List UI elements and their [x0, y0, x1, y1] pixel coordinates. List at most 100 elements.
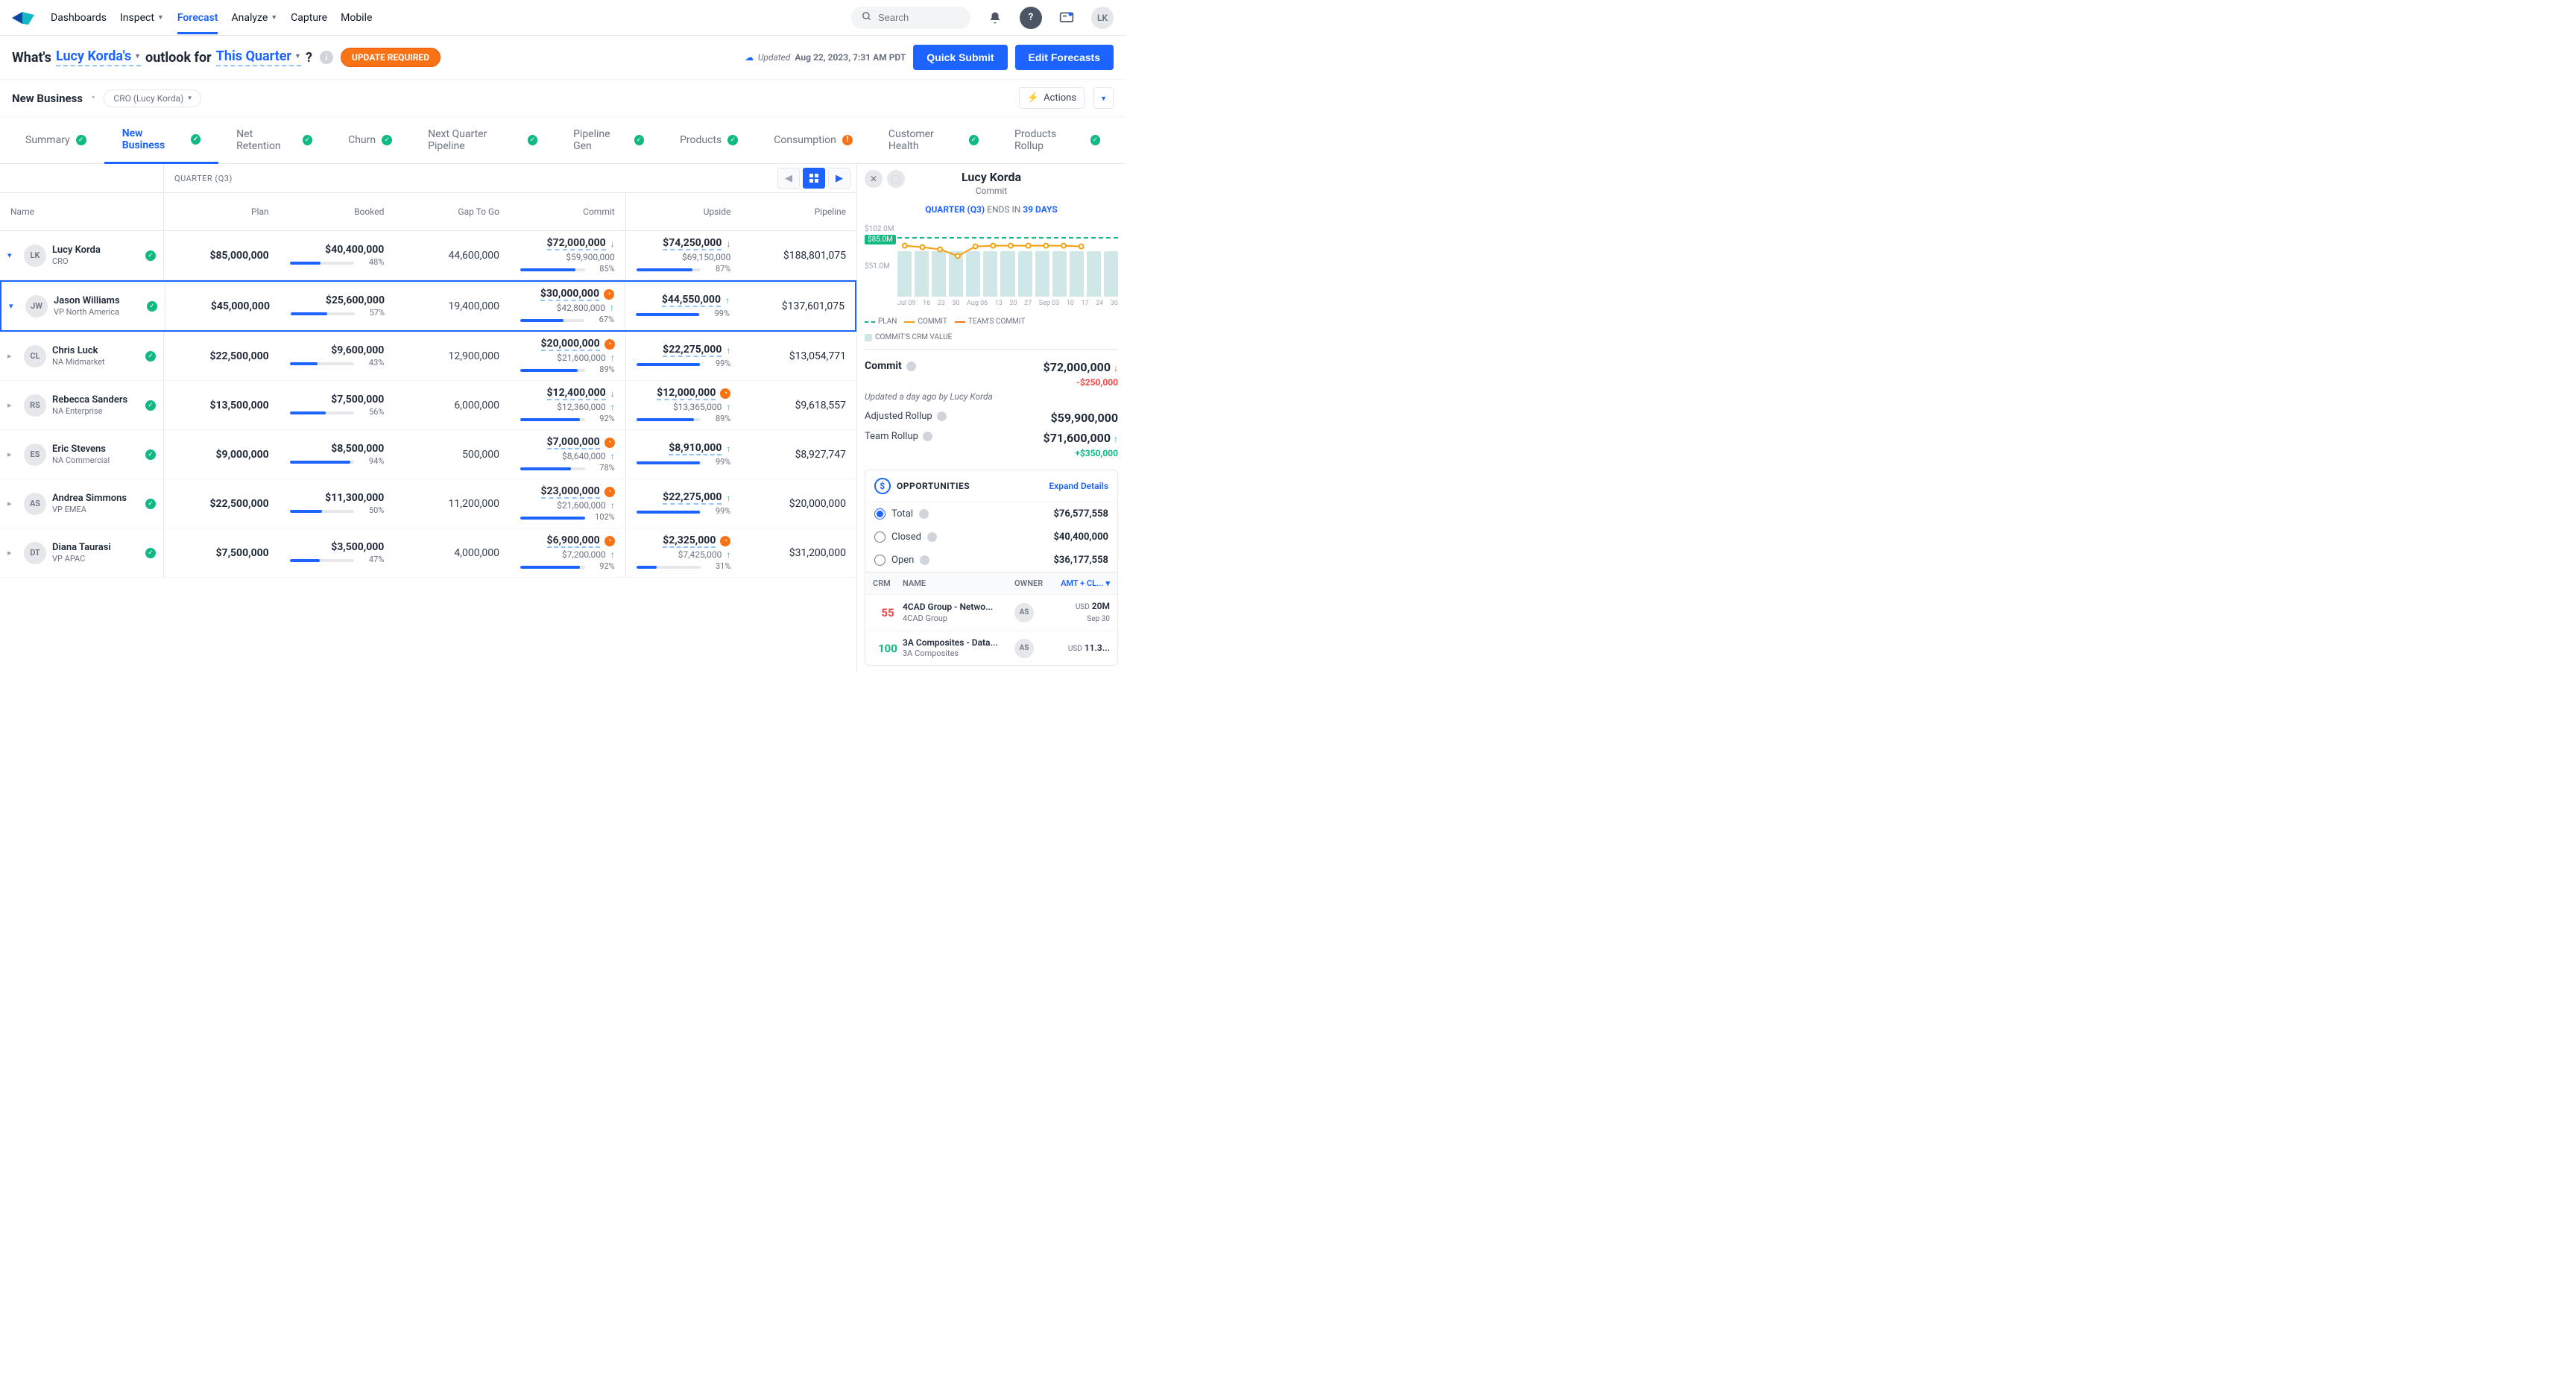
search-icon: [862, 11, 872, 25]
opps-filter-open[interactable]: Open$36,177,558: [865, 549, 1117, 572]
row-expander[interactable]: ▸: [7, 400, 18, 410]
sidebar-period: QUARTER (Q3) ENDS IN 39 DAYS: [865, 204, 1118, 215]
trend-chart[interactable]: $102.0M $51.0M $85.0M Jul 09162330Aug 06…: [865, 225, 1118, 307]
nav-mobile[interactable]: Mobile: [341, 12, 372, 24]
scope-chip[interactable]: CRO (Lucy Korda)▾: [104, 89, 201, 107]
info-icon[interactable]: [920, 555, 929, 565]
tab-pipeline-gen[interactable]: Pipeline Gen: [555, 118, 662, 163]
upside-value[interactable]: $12,000,000: [657, 387, 716, 400]
commit-label: Commit: [865, 360, 902, 372]
row-expander[interactable]: ▸: [7, 499, 18, 508]
opportunity-row[interactable]: 100 3A Composites - Data...3A Composites…: [865, 631, 1117, 666]
table-row[interactable]: ▾ JW Jason Williams VP North America $45…: [0, 280, 856, 332]
tab-next-quarter-pipeline[interactable]: Next Quarter Pipeline: [410, 118, 555, 163]
upside-pct: 99%: [705, 359, 730, 368]
quick-submit-button[interactable]: Quick Submit: [913, 45, 1007, 70]
row-avatar: DT: [24, 542, 46, 564]
row-expander[interactable]: ▸: [7, 548, 18, 558]
amt-col-sort[interactable]: AMT + CL...▾: [1052, 578, 1110, 588]
app-logo[interactable]: [12, 10, 37, 26]
row-person-title: NA Commercial: [52, 455, 139, 466]
commit-value[interactable]: $7,000,000: [547, 436, 600, 449]
info-icon[interactable]: [937, 411, 947, 421]
nav-analyze[interactable]: Analyze▼: [231, 12, 277, 24]
search-box[interactable]: [851, 7, 970, 29]
nav-capture[interactable]: Capture: [291, 12, 327, 24]
edit-forecasts-button[interactable]: Edit Forecasts: [1015, 45, 1114, 70]
upside-pct: 89%: [705, 414, 730, 423]
top-navbar: Dashboards Inspect▼ Forecast Analyze▼ Ca…: [0, 0, 1126, 36]
booked-value: $3,500,000: [290, 541, 385, 553]
help-icon[interactable]: ?: [1020, 7, 1042, 29]
nav-inspect[interactable]: Inspect▼: [120, 12, 164, 24]
upside-value[interactable]: $2,325,000: [663, 534, 716, 548]
arrow-down-icon: ↓: [1114, 363, 1118, 373]
info-icon[interactable]: i: [320, 51, 333, 64]
upside-value[interactable]: $44,550,000: [662, 294, 721, 307]
grid-view-button[interactable]: [803, 168, 825, 189]
info-icon[interactable]: [919, 509, 929, 519]
expand-details-link[interactable]: Expand Details: [1049, 481, 1108, 491]
next-period-button[interactable]: ▶: [828, 168, 850, 189]
commit-value[interactable]: $30,000,000: [540, 288, 599, 301]
tab-churn[interactable]: Churn: [330, 124, 410, 157]
plan-value: $22,500,000: [174, 498, 269, 510]
upside-value[interactable]: $22,275,000: [663, 344, 722, 357]
commit-value[interactable]: $12,400,000: [547, 387, 606, 400]
info-icon[interactable]: [927, 532, 937, 542]
tab-consumption[interactable]: Consumption: [756, 124, 871, 157]
table-row[interactable]: ▾ LK Lucy Korda CRO $85,000,000 $40,400,…: [0, 231, 856, 280]
commit-value[interactable]: $20,000,000: [541, 338, 600, 351]
upside-value[interactable]: $22,275,000: [663, 491, 722, 505]
upside-pct: 31%: [705, 561, 730, 571]
subject-selector[interactable]: Lucy Korda's▼: [56, 48, 141, 66]
pipeline-value: $31,200,000: [751, 547, 846, 559]
commit-value[interactable]: $6,900,000: [547, 534, 600, 548]
tab-customer-health[interactable]: Customer Health: [871, 118, 997, 163]
tab-summary[interactable]: Summary: [7, 124, 104, 157]
commit-value[interactable]: $72,000,000: [547, 237, 606, 250]
sidebar-action-button[interactable]: ◯: [887, 170, 905, 188]
opps-radio[interactable]: [874, 555, 886, 566]
commit-sub-value: $8,640,000: [562, 451, 606, 461]
prev-period-button[interactable]: ◀: [777, 168, 800, 189]
row-expander[interactable]: ▾: [9, 301, 19, 311]
opp-name: 4CAD Group - Netwo...: [903, 602, 1014, 613]
user-avatar[interactable]: LK: [1091, 7, 1114, 29]
tab-net-retention[interactable]: Net Retention: [218, 118, 330, 163]
table-row[interactable]: ▸ AS Andrea Simmons VP EMEA $22,500,000 …: [0, 479, 856, 528]
bell-icon[interactable]: [984, 7, 1006, 29]
table-row[interactable]: ▸ CL Chris Luck NA Midmarket $22,500,000…: [0, 332, 856, 381]
actions-button[interactable]: ⚡ Actions: [1019, 87, 1085, 109]
table-row[interactable]: ▸ ES Eric Stevens NA Commercial $9,000,0…: [0, 430, 856, 479]
repl-icon[interactable]: [1055, 7, 1078, 29]
row-expander[interactable]: ▸: [7, 449, 18, 459]
tab-products[interactable]: Products: [662, 124, 756, 157]
period-selector[interactable]: This Quarter▼: [216, 48, 301, 66]
metric-tabs: SummaryNew BusinessNet RetentionChurnNex…: [0, 116, 1126, 164]
nav-forecast[interactable]: Forecast: [177, 12, 218, 34]
search-input[interactable]: [878, 12, 960, 23]
chevron-down-icon: ▼: [1100, 95, 1107, 103]
commit-value[interactable]: $23,000,000: [541, 485, 600, 499]
row-expander[interactable]: ▸: [7, 351, 18, 361]
opportunity-row[interactable]: 55 4CAD Group - Netwo...4CAD Group AS US…: [865, 594, 1117, 630]
opps-radio[interactable]: [874, 508, 886, 520]
actions-menu-caret[interactable]: ▼: [1093, 87, 1114, 109]
opps-radio[interactable]: [874, 531, 886, 543]
info-icon[interactable]: [906, 362, 916, 371]
close-sidebar-button[interactable]: ✕: [865, 170, 883, 188]
table-row[interactable]: ▸ RS Rebecca Sanders NA Enterprise $13,5…: [0, 381, 856, 430]
row-expander[interactable]: ▾: [7, 250, 18, 260]
upside-value[interactable]: $8,910,000: [669, 442, 722, 455]
opps-filter-closed[interactable]: Closed$40,400,000: [865, 526, 1117, 549]
info-icon[interactable]: [923, 432, 932, 441]
nav-dashboards[interactable]: Dashboards: [51, 12, 107, 24]
upside-value[interactable]: $74,250,000: [663, 237, 722, 250]
opps-filter-total[interactable]: Total$76,577,558: [865, 502, 1117, 526]
table-row[interactable]: ▸ DT Diana Taurasi VP APAC $7,500,000 $3…: [0, 528, 856, 578]
pipeline-value: $9,618,557: [751, 400, 846, 411]
row-status-icon: [145, 548, 156, 558]
tab-new-business[interactable]: New Business: [104, 117, 218, 164]
tab-products-rollup[interactable]: Products Rollup: [997, 118, 1118, 163]
